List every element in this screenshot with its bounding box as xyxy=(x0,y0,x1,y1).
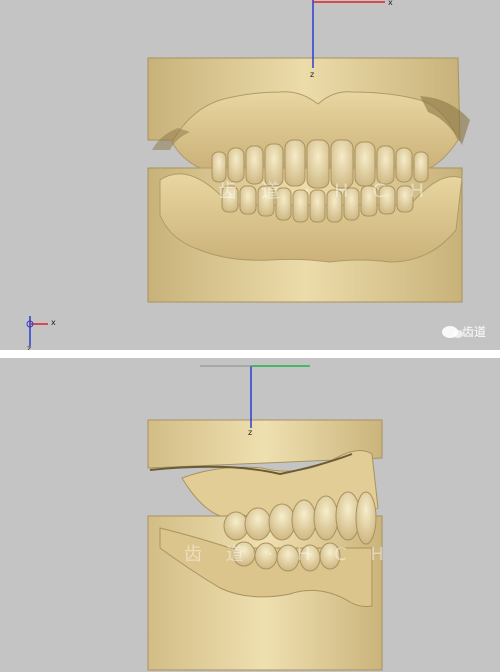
wechat-badge: 齿道 xyxy=(441,323,486,340)
viewport-lateral[interactable]: z 齿 道 · H C H xyxy=(0,358,500,672)
lateral-dental-model-canvas xyxy=(147,365,383,671)
view-divider xyxy=(0,350,500,358)
z-axis-label: z xyxy=(310,70,315,79)
wechat-label: 齿道 xyxy=(461,325,486,339)
axis-triad-icon xyxy=(26,316,48,346)
wechat-icon xyxy=(441,325,463,338)
watermark-top: 齿 道 · H C H xyxy=(218,180,434,202)
z-axis-label-lateral: z xyxy=(248,428,253,437)
triad-x-label: x xyxy=(51,318,56,327)
watermark-bottom: 齿 道 · H C H xyxy=(184,544,393,565)
front-dental-model-canvas xyxy=(26,0,470,346)
x-axis-label: x xyxy=(388,0,393,7)
viewport-front[interactable]: z x z x 齿 道 · H C H 齿道 xyxy=(0,0,500,350)
